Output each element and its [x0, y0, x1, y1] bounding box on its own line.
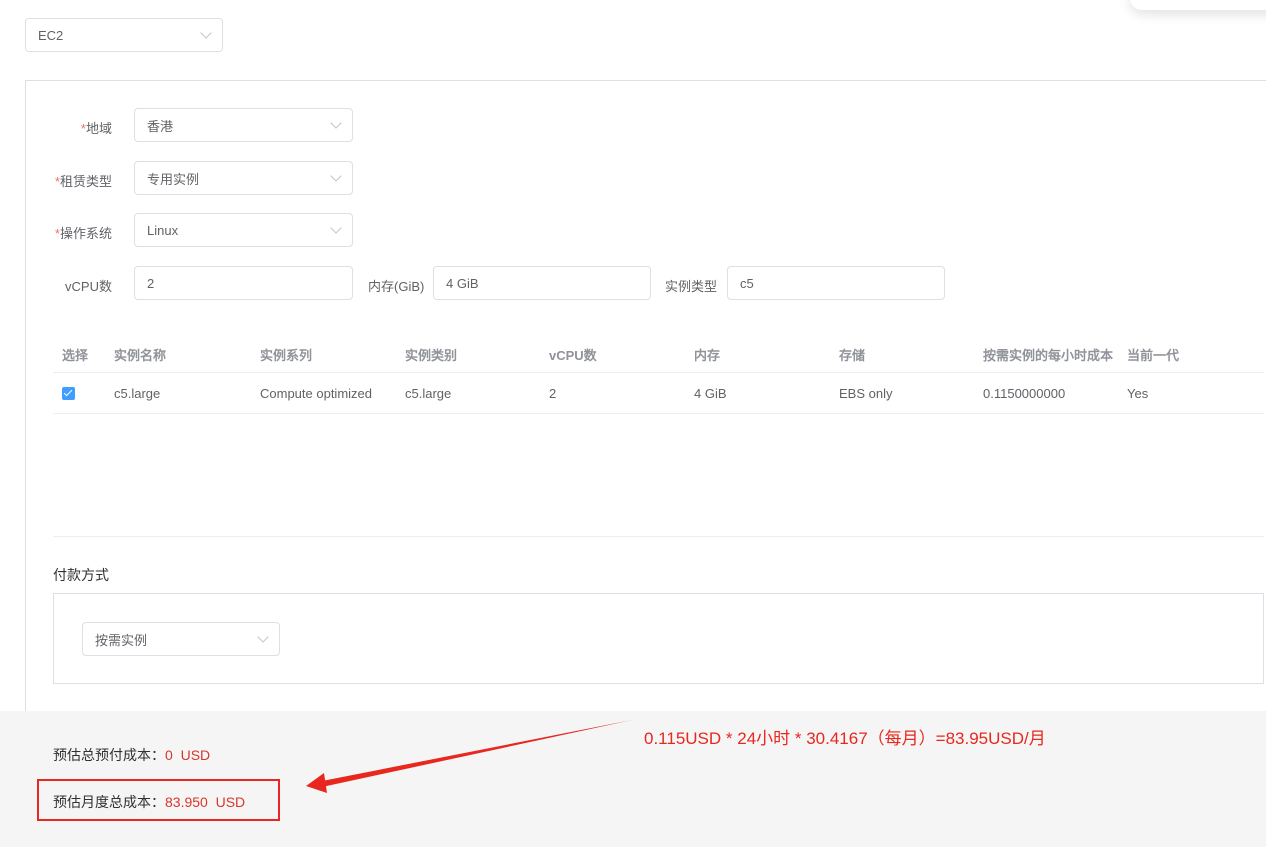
- table-cell: c5.large: [114, 386, 161, 401]
- table-row-divider: [53, 413, 1264, 414]
- table-header-cell: 选择: [62, 348, 89, 363]
- annotation-text: 0.115USD * 24小时 * 30.4167（每月）=83.95USD/月: [644, 729, 1046, 748]
- payment-select-value: 按需实例: [95, 632, 148, 648]
- row-select-checkbox[interactable]: [62, 387, 75, 400]
- highlight-box: [37, 779, 280, 821]
- memory-input[interactable]: [433, 266, 651, 300]
- service-select[interactable]: EC2: [25, 18, 223, 52]
- tenancy-label: *租赁类型: [54, 174, 112, 189]
- instance-type-label: 实例类型: [665, 279, 718, 294]
- region-label: *地域: [80, 121, 112, 136]
- table-cell: Compute optimized: [260, 386, 372, 401]
- payment-select[interactable]: 按需实例: [82, 622, 280, 656]
- upfront-cost: 预估总预付成本：0 USD: [53, 745, 210, 765]
- chevron-down-icon: [200, 27, 212, 39]
- upfront-cost-value: 0: [165, 747, 173, 763]
- region-select[interactable]: 香港: [134, 108, 353, 142]
- chevron-down-icon: [257, 631, 269, 643]
- table-header-cell: 内存: [694, 348, 721, 363]
- table-header-cell: 按需实例的每小时成本: [983, 348, 1114, 363]
- os-select-value: Linux: [147, 222, 179, 238]
- instance-type-input[interactable]: [727, 266, 945, 300]
- floating-panel-edge: [1130, 0, 1266, 10]
- vcpu-input[interactable]: [134, 266, 353, 300]
- payment-title: 付款方式: [53, 567, 109, 583]
- table-cell: Yes: [1127, 386, 1149, 401]
- tenancy-select-value: 专用实例: [147, 171, 200, 187]
- os-label: *操作系统: [54, 226, 112, 241]
- vcpu-label: vCPU数: [65, 279, 112, 294]
- table-header-cell: 当前一代: [1127, 348, 1180, 363]
- memory-label: 内存(GiB): [368, 279, 425, 294]
- table-header-cell: vCPU数: [549, 348, 597, 363]
- chevron-down-icon: [330, 222, 342, 234]
- section-divider: [53, 536, 1264, 537]
- chevron-down-icon: [330, 170, 342, 182]
- table-cell: 2: [549, 386, 557, 401]
- region-select-value: 香港: [147, 118, 174, 134]
- table-cell: 0.1150000000: [983, 386, 1066, 401]
- table-cell: c5.large: [405, 386, 452, 401]
- service-select-value: EC2: [38, 27, 64, 43]
- table-header-cell: 存储: [839, 348, 866, 363]
- table-header-cell: 实例类别: [405, 348, 458, 363]
- table-header-divider: [53, 372, 1264, 373]
- upfront-cost-unit: USD: [180, 747, 211, 763]
- table-cell: EBS only: [839, 386, 893, 401]
- tenancy-select[interactable]: 专用实例: [134, 161, 353, 195]
- os-select[interactable]: Linux: [134, 213, 353, 247]
- table-header-cell: 实例名称: [114, 348, 167, 363]
- upfront-cost-label: 预估总预付成本：: [53, 747, 165, 763]
- chevron-down-icon: [330, 117, 342, 129]
- table-header-cell: 实例系列: [260, 348, 313, 363]
- table-cell: 4 GiB: [694, 386, 727, 401]
